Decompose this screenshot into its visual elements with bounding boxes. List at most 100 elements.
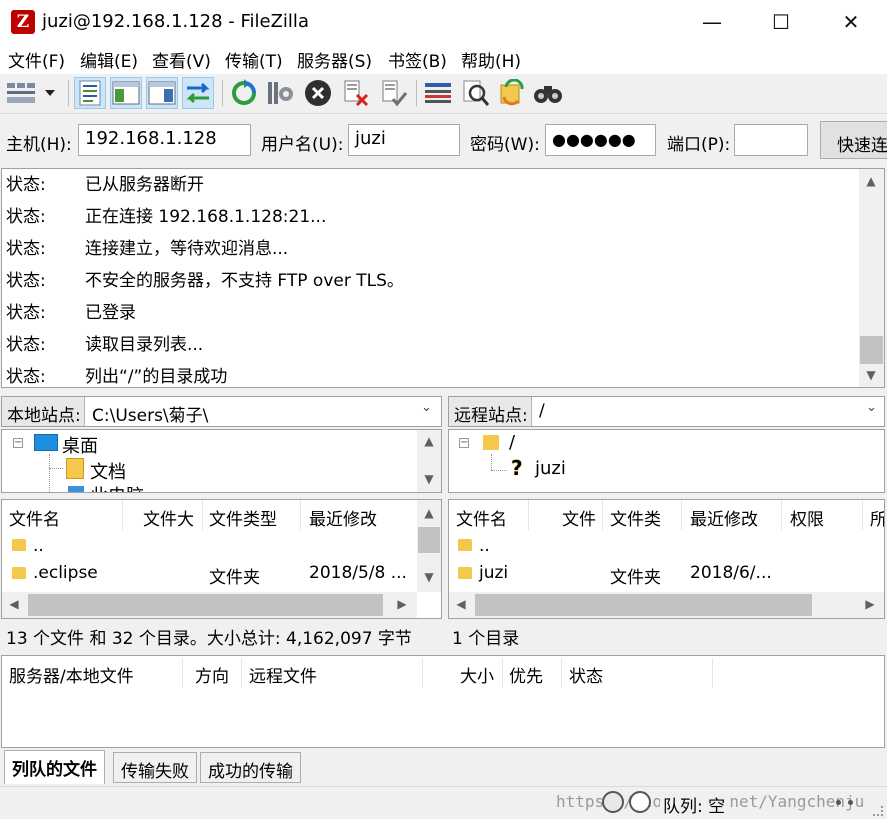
column-separator[interactable] — [712, 658, 713, 688]
scroll-up-icon[interactable]: ▲ — [419, 506, 439, 520]
local-col-modified[interactable]: 最近修改 — [309, 505, 377, 530]
password-input[interactable]: ●●●●●● — [545, 124, 656, 156]
menu-transfer[interactable]: 传输(T) — [225, 47, 283, 72]
message-log[interactable]: 状态: 已从服务器断开 状态: 正在连接 192.168.1.128:21... 状… — [1, 168, 885, 388]
column-separator[interactable] — [602, 500, 603, 530]
refresh-icon[interactable] — [228, 77, 260, 109]
log-message: 读取目录列表... — [85, 335, 204, 355]
menu-edit[interactable]: 编辑(E) — [80, 47, 138, 72]
queue-col-priority[interactable]: 优先 — [509, 662, 543, 687]
host-input[interactable]: 192.168.1.128 — [78, 124, 251, 156]
column-separator[interactable] — [681, 500, 682, 530]
reconnect-icon[interactable] — [378, 77, 410, 109]
column-separator[interactable] — [422, 658, 423, 688]
scroll-up-icon[interactable]: ▲ — [419, 434, 439, 448]
local-path-value[interactable]: C:\Users\菊子\ — [92, 401, 208, 426]
local-hscroll-thumb[interactable] — [28, 594, 383, 616]
remote-row-name[interactable]: juzi — [479, 563, 508, 583]
remote-hscroll-thumb[interactable] — [475, 594, 812, 616]
chevron-down-icon[interactable]: ⌄ — [866, 400, 877, 415]
remote-tree[interactable]: − / ? juzi — [448, 429, 885, 493]
column-separator[interactable] — [862, 500, 863, 530]
disconnect-icon[interactable] — [340, 77, 372, 109]
scroll-right-icon[interactable]: ▶ — [862, 597, 878, 611]
remote-col-modified[interactable]: 最近修改 — [690, 505, 758, 530]
scroll-down-icon[interactable]: ▼ — [861, 368, 881, 382]
search-icon[interactable] — [532, 77, 564, 109]
remote-col-permissions[interactable]: 权限 — [790, 505, 824, 530]
queue-col-size[interactable]: 大小 — [460, 662, 494, 687]
tab-successful-transfers[interactable]: 成功的传输 — [200, 752, 301, 783]
column-separator[interactable] — [300, 500, 301, 530]
toggle-log-icon[interactable] — [74, 77, 106, 109]
transfer-settings-icon[interactable] — [602, 791, 624, 813]
remote-path-value[interactable]: / — [539, 401, 545, 421]
local-tree[interactable]: − 桌面 文档 此电脑 — [1, 429, 442, 493]
column-separator[interactable] — [122, 500, 123, 530]
tree-item-root[interactable]: / — [509, 432, 515, 453]
local-row-name[interactable]: .eclipse — [33, 563, 98, 583]
column-separator[interactable] — [781, 500, 782, 530]
toggle-local-tree-icon[interactable] — [110, 77, 142, 109]
log-scroll-thumb[interactable] — [860, 336, 883, 364]
local-list-scroll-thumb[interactable] — [418, 527, 440, 553]
scroll-left-icon[interactable]: ◀ — [6, 597, 22, 611]
tree-item-juzi[interactable]: juzi — [535, 458, 566, 479]
scroll-left-icon[interactable]: ◀ — [453, 597, 469, 611]
host-label: 主机(H): — [6, 135, 72, 155]
local-col-name[interactable]: 文件名 — [9, 505, 60, 530]
queue-col-remote-file[interactable]: 远程文件 — [249, 662, 317, 687]
local-col-size[interactable]: 文件大 — [143, 505, 194, 530]
minimize-button[interactable]: — — [689, 0, 735, 44]
tree-item-documents[interactable]: 文档 — [90, 458, 126, 484]
toggle-queue-icon[interactable] — [182, 77, 214, 109]
menu-help[interactable]: 帮助(H) — [461, 47, 521, 72]
tab-queued-files[interactable]: 列队的文件 — [4, 750, 105, 784]
remote-col-name[interactable]: 文件名 — [456, 505, 507, 530]
username-input[interactable]: juzi — [348, 124, 460, 156]
remote-col-owner[interactable]: 所 — [870, 505, 884, 530]
column-separator[interactable] — [561, 658, 562, 688]
queue-col-local-file[interactable]: 服务器/本地文件 — [9, 662, 134, 687]
remote-row-name[interactable]: .. — [479, 536, 490, 556]
menu-bookmarks[interactable]: 书签(B) — [388, 47, 447, 72]
column-separator[interactable] — [241, 658, 242, 688]
tree-item-desktop[interactable]: 桌面 — [62, 432, 98, 458]
scroll-down-icon[interactable]: ▼ — [419, 570, 439, 584]
tree-item-this-pc[interactable]: 此电脑 — [90, 482, 144, 492]
tab-failed-transfers[interactable]: 传输失败 — [113, 752, 197, 783]
dropdown-arrow-icon[interactable] — [38, 77, 62, 109]
compare-icon[interactable] — [460, 77, 492, 109]
queue-col-direction[interactable]: 方向 — [195, 662, 229, 687]
maximize-button[interactable]: ☐ — [758, 0, 804, 44]
scroll-right-icon[interactable]: ▶ — [394, 597, 410, 611]
resize-grip-icon[interactable] — [873, 806, 883, 816]
remote-col-type[interactable]: 文件类 — [610, 505, 661, 530]
local-row-name[interactable]: .. — [33, 536, 44, 556]
speed-limit-icon[interactable] — [629, 791, 651, 813]
scroll-up-icon[interactable]: ▲ — [861, 174, 881, 188]
scroll-down-icon[interactable]: ▼ — [419, 472, 439, 486]
menu-server[interactable]: 服务器(S) — [297, 47, 372, 72]
port-input[interactable] — [734, 124, 808, 156]
queue-col-status[interactable]: 状态 — [569, 662, 603, 687]
filter-icon[interactable] — [422, 77, 454, 109]
sync-browse-icon[interactable] — [496, 77, 528, 109]
cancel-icon[interactable] — [302, 77, 334, 109]
column-separator[interactable] — [528, 500, 529, 530]
process-queue-icon[interactable] — [264, 77, 296, 109]
local-col-type[interactable]: 文件类型 — [209, 505, 277, 530]
chevron-down-icon[interactable]: ⌄ — [421, 400, 432, 415]
menu-file[interactable]: 文件(F) — [8, 47, 65, 72]
column-separator[interactable] — [202, 500, 203, 530]
collapse-icon[interactable]: − — [13, 438, 23, 448]
column-separator[interactable] — [182, 658, 183, 688]
quickconnect-button[interactable]: 快速连接 — [820, 121, 887, 159]
site-manager-icon[interactable] — [5, 77, 37, 109]
column-separator[interactable] — [502, 658, 503, 688]
toggle-remote-tree-icon[interactable] — [146, 77, 178, 109]
menu-view[interactable]: 查看(V) — [152, 47, 211, 72]
collapse-icon[interactable]: − — [459, 438, 469, 448]
close-button[interactable]: ✕ — [828, 0, 874, 44]
remote-col-size[interactable]: 文件 — [562, 505, 596, 530]
